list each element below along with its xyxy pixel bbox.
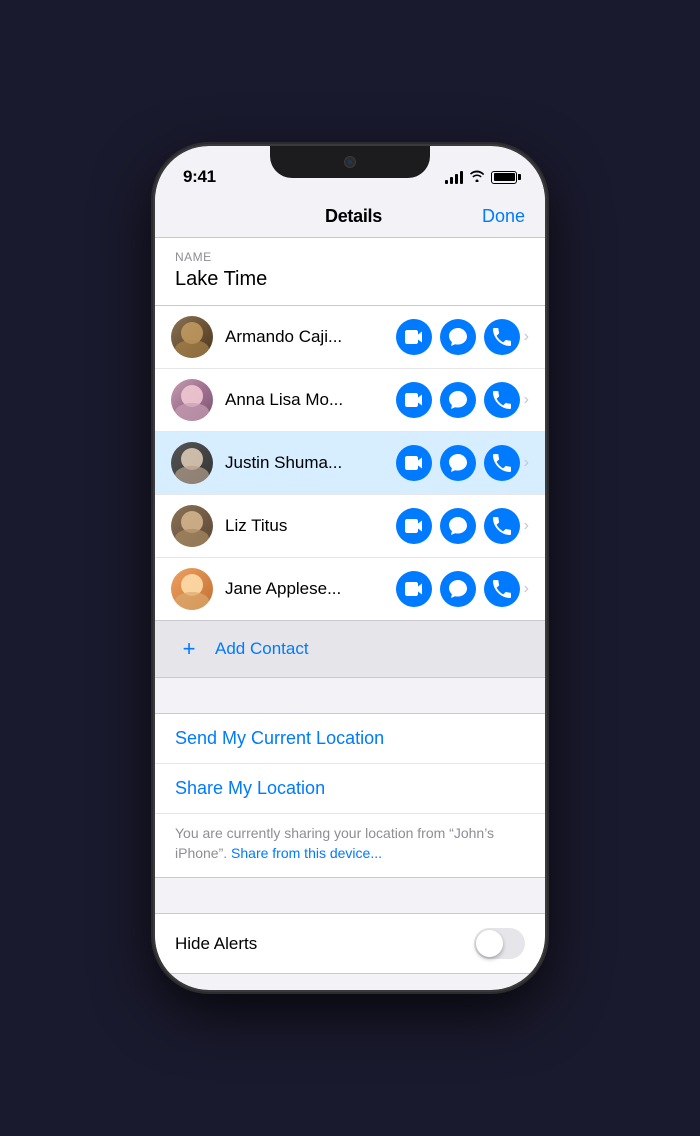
contact-row[interactable]: Justin Shuma... (155, 432, 545, 495)
contact-row[interactable]: Liz Titus (155, 495, 545, 558)
section-separator (155, 678, 545, 713)
add-contact-label: Add Contact (215, 639, 309, 659)
notch (270, 146, 430, 178)
name-label: NAME (175, 250, 525, 264)
contact-row[interactable]: Jane Applese... (155, 558, 545, 620)
front-camera (344, 156, 356, 168)
battery-icon (491, 171, 517, 184)
contact-row[interactable]: Armando Caji... (155, 306, 545, 369)
toggle-knob (476, 930, 503, 957)
phone-button[interactable] (484, 445, 520, 481)
phone-button[interactable] (484, 319, 520, 355)
contact-name: Liz Titus (225, 516, 396, 536)
location-note: You are currently sharing your location … (155, 814, 545, 877)
video-call-button[interactable] (396, 508, 432, 544)
screen: 9:41 (155, 146, 545, 990)
group-name: Lake Time (175, 268, 525, 291)
contact-name: Jane Applese... (225, 579, 396, 599)
hide-alerts-toggle[interactable] (474, 928, 525, 959)
message-button[interactable] (440, 571, 476, 607)
chevron-right-icon: › (524, 454, 529, 472)
video-call-button[interactable] (396, 445, 432, 481)
avatar (171, 442, 213, 484)
chevron-right-icon: › (524, 391, 529, 409)
chevron-right-icon: › (524, 517, 529, 535)
avatar (171, 568, 213, 610)
action-icons (396, 319, 520, 355)
phone-button[interactable] (484, 508, 520, 544)
share-from-device-link[interactable]: Share from this device... (231, 845, 382, 861)
chevron-right-icon: › (524, 580, 529, 598)
avatar (171, 316, 213, 358)
avatar (171, 505, 213, 547)
send-location-label: Send My Current Location (175, 728, 384, 748)
action-icons (396, 445, 520, 481)
video-call-button[interactable] (396, 382, 432, 418)
chevron-right-icon: › (524, 328, 529, 346)
location-section: Send My Current Location Share My Locati… (155, 713, 545, 878)
hide-alerts-label: Hide Alerts (175, 934, 257, 954)
signal-icon (445, 170, 463, 184)
add-contact-section[interactable]: + Add Contact (155, 621, 545, 678)
contact-row[interactable]: Anna Lisa Mo... (155, 369, 545, 432)
contact-name: Armando Caji... (225, 327, 396, 347)
phone-button[interactable] (484, 382, 520, 418)
action-icons (396, 382, 520, 418)
hide-alerts-section: Hide Alerts (155, 913, 545, 974)
status-time: 9:41 (183, 167, 216, 187)
nav-bar: Details Done (155, 194, 545, 238)
section-separator-2 (155, 878, 545, 913)
name-section: NAME Lake Time (155, 238, 545, 306)
status-icons (445, 169, 517, 185)
message-button[interactable] (440, 508, 476, 544)
page-title: Details (325, 206, 382, 227)
action-icons (396, 571, 520, 607)
wifi-icon (469, 169, 485, 185)
phone-button[interactable] (484, 571, 520, 607)
contacts-list: Armando Caji... (155, 306, 545, 621)
add-icon: + (175, 635, 203, 663)
share-location-label: Share My Location (175, 778, 325, 798)
send-location-item[interactable]: Send My Current Location (155, 714, 545, 764)
video-call-button[interactable] (396, 319, 432, 355)
video-call-button[interactable] (396, 571, 432, 607)
message-button[interactable] (440, 382, 476, 418)
share-location-item[interactable]: Share My Location (155, 764, 545, 814)
avatar (171, 379, 213, 421)
contact-name: Anna Lisa Mo... (225, 390, 396, 410)
action-icons (396, 508, 520, 544)
content: NAME Lake Time Armando Caji... (155, 238, 545, 982)
location-note-text: You are currently sharing your location … (175, 825, 494, 861)
contact-name: Justin Shuma... (225, 453, 396, 473)
message-button[interactable] (440, 319, 476, 355)
done-button[interactable]: Done (482, 206, 525, 227)
phone-frame: 9:41 (155, 146, 545, 990)
message-button[interactable] (440, 445, 476, 481)
